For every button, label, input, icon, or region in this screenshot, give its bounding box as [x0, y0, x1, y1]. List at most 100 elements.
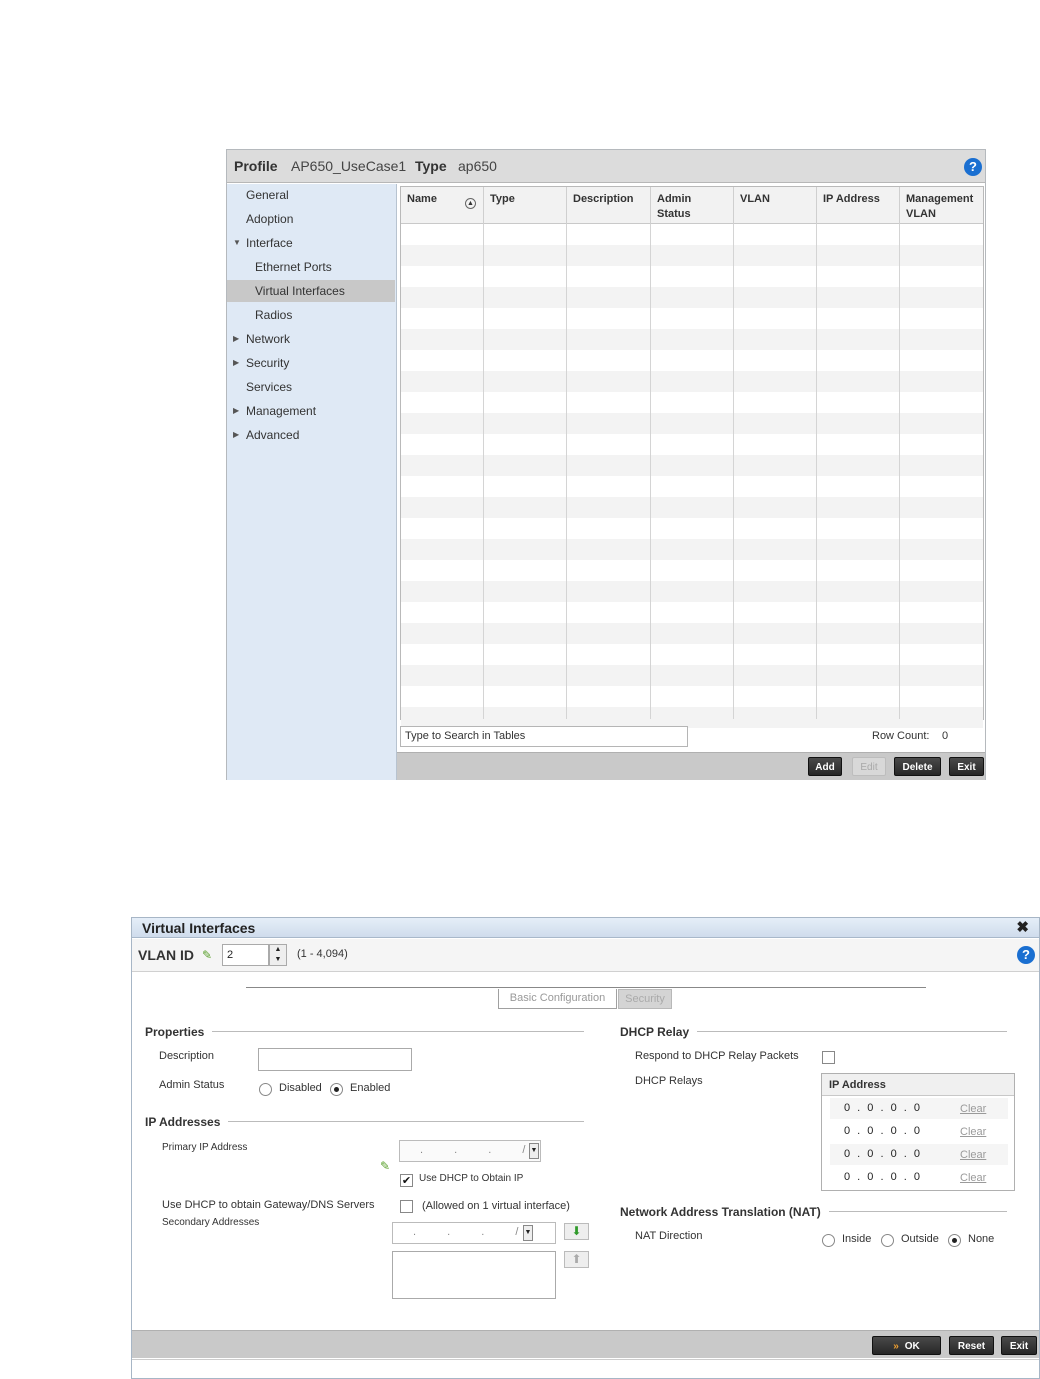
add-arrow-icon[interactable]: ⬇	[564, 1223, 589, 1240]
table-column-divider	[567, 224, 651, 719]
expand-arrow-icon[interactable]: ▶	[233, 424, 239, 446]
dhcp-relays-label: DHCP Relays	[635, 1075, 703, 1087]
respond-relay-label: Respond to DHCP Relay Packets	[635, 1050, 799, 1062]
sidebar-item-services[interactable]: Services	[227, 376, 395, 398]
sort-ascending-icon[interactable]: ▲	[465, 198, 476, 209]
help-icon[interactable]: ?	[1017, 946, 1035, 964]
column-header-type[interactable]: Type	[484, 187, 567, 224]
relay-ip-input[interactable]: 0 . 0 . 0 . 0	[844, 1102, 920, 1114]
delete-button[interactable]: Delete	[894, 757, 941, 776]
edit-button[interactable]: Edit	[852, 757, 886, 776]
dhcp-gateway-checkbox[interactable]	[400, 1200, 413, 1213]
use-dhcp-label: Use DHCP to Obtain IP	[419, 1173, 524, 1184]
clear-link[interactable]: Clear	[960, 1172, 986, 1184]
primary-ip-input[interactable]: . . . / ▼	[399, 1140, 541, 1162]
column-header-admin-status[interactable]: Admin Status	[651, 187, 734, 224]
expand-arrow-icon[interactable]: ▶	[233, 352, 239, 374]
secondary-ip-input[interactable]: . . . / ▼	[392, 1222, 556, 1244]
sidebar-item-virtual-interfaces[interactable]: Virtual Interfaces	[227, 280, 395, 302]
column-header-name[interactable]: Name ▲	[401, 187, 484, 224]
tab-security[interactable]: Security	[618, 989, 672, 1009]
secondary-addresses-label: Secondary Addresses	[162, 1217, 260, 1228]
tab-divider	[246, 987, 926, 988]
sidebar-item-label: Security	[246, 356, 290, 370]
reset-button[interactable]: Reset	[949, 1336, 994, 1355]
column-header-vlan[interactable]: VLAN	[734, 187, 817, 224]
column-header-management-vlan[interactable]: Management VLAN	[900, 187, 983, 224]
admin-status-disabled-radio[interactable]	[259, 1083, 272, 1096]
clear-link[interactable]: Clear	[960, 1103, 986, 1115]
column-header-description[interactable]: Description	[567, 187, 651, 224]
sidebar-item-adoption[interactable]: Adoption	[227, 208, 395, 230]
sidebar-item-security[interactable]: ▶ Security	[227, 352, 395, 374]
sidebar-item-management[interactable]: ▶ Management	[227, 400, 395, 422]
dialog-footer-bar: » OK Reset Exit	[132, 1330, 1039, 1358]
profile-header: Profile AP650_UseCase1 Type ap650 ?	[227, 150, 985, 183]
sidebar-item-general[interactable]: General	[227, 184, 395, 206]
sidebar-item-label: Adoption	[246, 212, 294, 226]
dialog-status-strip	[132, 1359, 1039, 1378]
description-input[interactable]	[258, 1048, 412, 1071]
exit-button[interactable]: Exit	[949, 757, 984, 776]
relay-ip-input[interactable]: 0 . 0 . 0 . 0	[844, 1171, 920, 1183]
dialog-title-bar: Virtual Interfaces ✖	[132, 918, 1039, 938]
table-header: Name ▲ Type Description Admin Status VLA…	[401, 187, 983, 224]
column-header-label: Admin Status	[657, 193, 692, 220]
expand-arrow-icon[interactable]: ▶	[233, 328, 239, 350]
remove-arrow-icon[interactable]: ⬆	[564, 1251, 589, 1268]
use-dhcp-checkbox[interactable]: ✔	[400, 1174, 413, 1187]
expand-arrow-icon[interactable]: ▼	[233, 232, 241, 254]
sidebar-item-network[interactable]: ▶ Network	[227, 328, 395, 350]
nat-none-radio[interactable]	[948, 1234, 961, 1247]
sidebar-item-radios[interactable]: Radios	[227, 304, 395, 326]
relay-ip-input[interactable]: 0 . 0 . 0 . 0	[844, 1148, 920, 1160]
vlan-id-input[interactable]: 2	[222, 944, 269, 966]
clear-link[interactable]: Clear	[960, 1149, 986, 1161]
secondary-addresses-list[interactable]	[392, 1251, 556, 1299]
admin-status-label: Admin Status	[159, 1079, 225, 1091]
respond-relay-checkbox[interactable]	[822, 1051, 835, 1064]
relay-ip-input[interactable]: 0 . 0 . 0 . 0	[844, 1125, 920, 1137]
table-column-divider	[484, 224, 567, 719]
close-icon[interactable]: ✖	[1016, 918, 1029, 936]
sidebar-item-ethernet-ports[interactable]: Ethernet Ports	[227, 256, 395, 278]
dhcp-relays-table: IP Address 0 . 0 . 0 . 0 Clear 0 . 0 . 0…	[821, 1073, 1015, 1191]
dhcp-relay-heading: DHCP Relay	[620, 1025, 698, 1039]
expand-arrow-icon[interactable]: ▶	[233, 400, 239, 422]
type-label: Type	[415, 158, 447, 174]
ok-button[interactable]: » OK	[872, 1336, 941, 1355]
profile-footer-bar: Add Edit Delete Exit	[397, 752, 985, 780]
dhcp-gateway-note: (Allowed on 1 virtual interface)	[422, 1200, 570, 1212]
pencil-icon: ✎	[202, 948, 213, 962]
exit-button[interactable]: Exit	[1001, 1336, 1037, 1355]
nat-option-label: Outside	[901, 1233, 939, 1245]
tab-basic-configuration[interactable]: Basic Configuration	[498, 989, 617, 1009]
dropdown-arrow-icon[interactable]: ▼	[523, 1225, 533, 1241]
double-arrow-icon: »	[893, 1341, 899, 1352]
profile-window: Profile AP650_UseCase1 Type ap650 ? Gene…	[226, 149, 986, 780]
ok-button-label: OK	[904, 1341, 920, 1352]
sidebar-item-interface[interactable]: ▼ Interface	[227, 232, 395, 254]
column-header-label: Type	[490, 193, 515, 205]
column-header-label: Description	[573, 193, 634, 205]
clear-link[interactable]: Clear	[960, 1126, 986, 1138]
nat-inside-radio[interactable]	[822, 1234, 835, 1247]
admin-status-enabled-radio[interactable]	[330, 1083, 343, 1096]
column-header-label: Name	[407, 193, 437, 205]
search-input[interactable]: Type to Search in Tables	[400, 726, 688, 747]
column-header-ip-address[interactable]: IP Address	[817, 187, 900, 224]
profile-sidebar: General Adoption ▼ Interface Ethernet Po…	[227, 184, 397, 780]
help-icon[interactable]: ?	[964, 158, 982, 176]
sidebar-item-label: Radios	[255, 308, 293, 322]
row-count-value: 0	[942, 730, 949, 742]
dropdown-arrow-icon[interactable]: ▼	[529, 1143, 539, 1159]
column-header-label: VLAN	[740, 193, 770, 205]
nat-option-label: Inside	[842, 1233, 872, 1245]
add-button[interactable]: Add	[808, 757, 842, 776]
nat-outside-radio[interactable]	[881, 1234, 894, 1247]
sidebar-item-label: Services	[246, 380, 293, 394]
vlan-id-spinner[interactable]: ▲ ▼	[269, 944, 287, 966]
sidebar-item-advanced[interactable]: ▶ Advanced	[227, 424, 395, 446]
profile-label: Profile	[234, 158, 278, 174]
table-row: 0 . 0 . 0 . 0 Clear	[830, 1167, 1008, 1188]
